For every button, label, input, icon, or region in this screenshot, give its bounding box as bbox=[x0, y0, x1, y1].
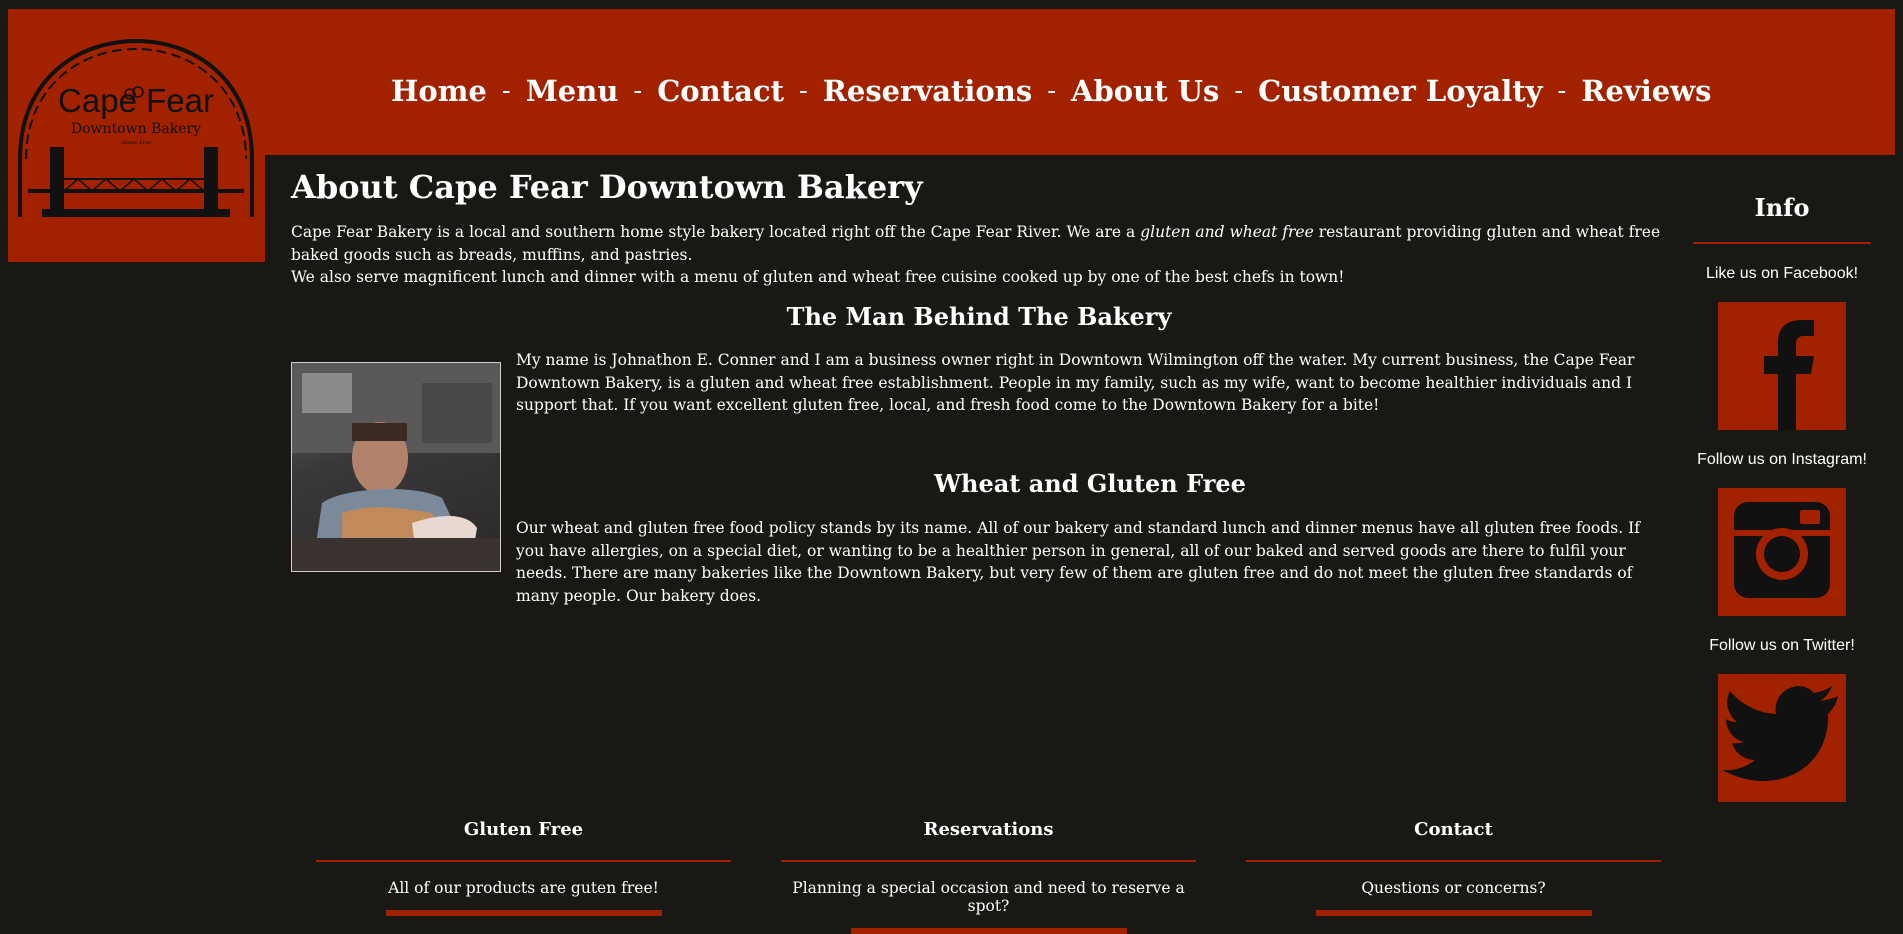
top-strip bbox=[0, 0, 1903, 9]
twitter-icon bbox=[1722, 685, 1838, 781]
footer-reservations-button[interactable] bbox=[850, 928, 1127, 934]
footer-reservations-text: Planning a special occasion and need to … bbox=[792, 879, 1185, 915]
facebook-link[interactable] bbox=[1718, 302, 1846, 430]
owner-photo-image bbox=[292, 363, 500, 571]
nav-separator: - bbox=[1557, 76, 1567, 106]
nav-home[interactable]: Home bbox=[391, 74, 487, 108]
navbar: Home - Menu - Contact - Reservations - A… bbox=[8, 9, 1895, 155]
twitter-label: Follow us on Twitter! bbox=[1709, 637, 1855, 654]
nav-separator: - bbox=[1047, 76, 1056, 106]
nav-reviews[interactable]: Reviews bbox=[1581, 74, 1711, 108]
page-title: About Cape Fear Downtown Bakery bbox=[291, 168, 923, 206]
facebook-label: Like us on Facebook! bbox=[1705, 265, 1859, 282]
instagram-label: Follow us on Instagram! bbox=[1697, 451, 1867, 468]
about-section: About Cape Fear Downtown Bakery Cape Fea… bbox=[291, 165, 1661, 289]
footer-contact-button[interactable] bbox=[1315, 910, 1592, 916]
nav-reservations[interactable]: Reservations bbox=[823, 74, 1032, 108]
footer-contact-title: Contact bbox=[1246, 818, 1661, 862]
man-behind-title: The Man Behind The Bakery bbox=[786, 302, 1172, 331]
nav-separator: - bbox=[633, 76, 643, 106]
footer-gluten-free-text: All of our products are guten free! bbox=[388, 879, 659, 897]
nav-separator: - bbox=[1234, 76, 1244, 106]
instagram-link[interactable] bbox=[1718, 488, 1846, 616]
nav-customer-loyalty[interactable]: Customer Loyalty bbox=[1258, 74, 1542, 108]
logo[interactable]: Cape Fear Downtown Bakery Gluten Free bbox=[8, 9, 265, 262]
info-sidebar: Info Like us on Facebook! Follow us on I… bbox=[1693, 190, 1871, 802]
intro-text-start: Cape Fear Bakery is a local and southern… bbox=[291, 223, 1141, 241]
logo-text-tagline: Gluten Free bbox=[121, 140, 151, 146]
main-nav: Home - Menu - Contact - Reservations - A… bbox=[391, 67, 1711, 115]
footer-contact-text: Questions or concerns? bbox=[1361, 879, 1546, 897]
intro-emphasis: gluten and wheat free bbox=[1140, 223, 1314, 241]
facebook-icon bbox=[1764, 320, 1814, 430]
nav-separator: - bbox=[798, 76, 808, 106]
wheat-gluten-text: Our wheat and gluten free food policy st… bbox=[516, 519, 1640, 605]
nav-about-us[interactable]: About Us bbox=[1071, 74, 1219, 108]
footer-gluten-free-title: Gluten Free bbox=[316, 818, 731, 862]
twitter-link[interactable] bbox=[1718, 674, 1846, 802]
footer-contact: Contact Questions or concerns? bbox=[1246, 818, 1661, 916]
instagram-icon bbox=[1734, 502, 1830, 598]
logo-emblem: Cape Fear Downtown Bakery Gluten Free bbox=[18, 38, 254, 217]
footer-reservations: Reservations Planning a special occasion… bbox=[781, 818, 1196, 934]
footer-reservations-title: Reservations bbox=[781, 818, 1196, 862]
logo-text-sub: Downtown Bakery bbox=[71, 121, 201, 137]
footer-gluten-free: Gluten Free All of our products are gute… bbox=[316, 818, 731, 916]
intro-paragraph: Cape Fear Bakery is a local and southern… bbox=[291, 221, 1661, 266]
footer-gluten-free-button[interactable] bbox=[385, 910, 662, 916]
intro-paragraph-2: We also serve magnificent lunch and dinn… bbox=[291, 268, 1345, 286]
owner-bio: My name is Johnathon E. Conner and I am … bbox=[516, 351, 1635, 414]
owner-photo bbox=[291, 362, 501, 572]
nav-menu[interactable]: Menu bbox=[526, 74, 619, 108]
wheat-gluten-title: Wheat and Gluten Free bbox=[934, 469, 1246, 498]
info-title: Info bbox=[1693, 190, 1871, 244]
nav-contact[interactable]: Contact bbox=[657, 74, 784, 108]
nav-separator: - bbox=[501, 76, 511, 106]
